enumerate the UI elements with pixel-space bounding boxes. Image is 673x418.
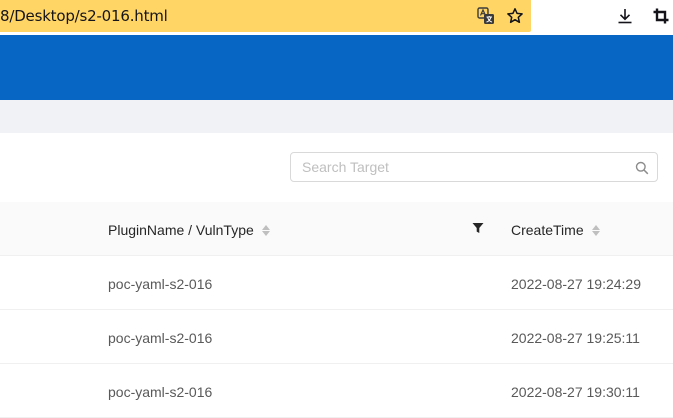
create-time-cell: 2022-08-27 19:24:29 bbox=[511, 276, 641, 292]
table-row[interactable]: poc-yaml-s2-016 2022-08-27 19:25:11 bbox=[0, 310, 673, 364]
plugin-name-cell: poc-yaml-s2-016 bbox=[108, 384, 213, 400]
breadcrumb-band bbox=[0, 100, 673, 133]
sort-caret-icon[interactable] bbox=[591, 224, 600, 236]
table-row[interactable]: poc-yaml-s2-016 2022-08-27 19:24:29 bbox=[0, 256, 673, 310]
plugin-name-cell: poc-yaml-s2-016 bbox=[108, 330, 213, 346]
browser-toolbar: 8/Desktop/s2-016.html bbox=[0, 0, 673, 35]
search-target-box[interactable] bbox=[290, 152, 658, 182]
column-header-pluginname[interactable]: PluginName / VulnType bbox=[108, 222, 270, 238]
filter-icon[interactable] bbox=[471, 221, 485, 235]
table-row[interactable]: poc-yaml-s2-016 2022-08-27 19:30:11 bbox=[0, 364, 673, 418]
table-header: PluginName / VulnType CreateTime bbox=[0, 202, 673, 256]
url-text: 8/Desktop/s2-016.html bbox=[0, 7, 168, 25]
crop-screenshot-icon[interactable] bbox=[651, 6, 671, 26]
download-icon[interactable] bbox=[615, 6, 635, 26]
translate-icon[interactable] bbox=[476, 6, 496, 26]
sort-caret-icon[interactable] bbox=[261, 224, 270, 236]
url-field[interactable]: 8/Desktop/s2-016.html bbox=[0, 0, 531, 32]
star-bookmark-icon[interactable] bbox=[505, 6, 525, 26]
column-header-label: PluginName / VulnType bbox=[108, 222, 254, 238]
column-header-label: CreateTime bbox=[511, 222, 584, 238]
create-time-cell: 2022-08-27 19:30:11 bbox=[511, 384, 640, 400]
search-target-input[interactable] bbox=[291, 153, 632, 181]
plugin-name-cell: poc-yaml-s2-016 bbox=[108, 276, 213, 292]
column-header-createtime[interactable]: CreateTime bbox=[511, 222, 600, 238]
app-header-banner bbox=[0, 35, 673, 100]
search-icon[interactable] bbox=[634, 160, 650, 176]
create-time-cell: 2022-08-27 19:25:11 bbox=[511, 330, 640, 346]
